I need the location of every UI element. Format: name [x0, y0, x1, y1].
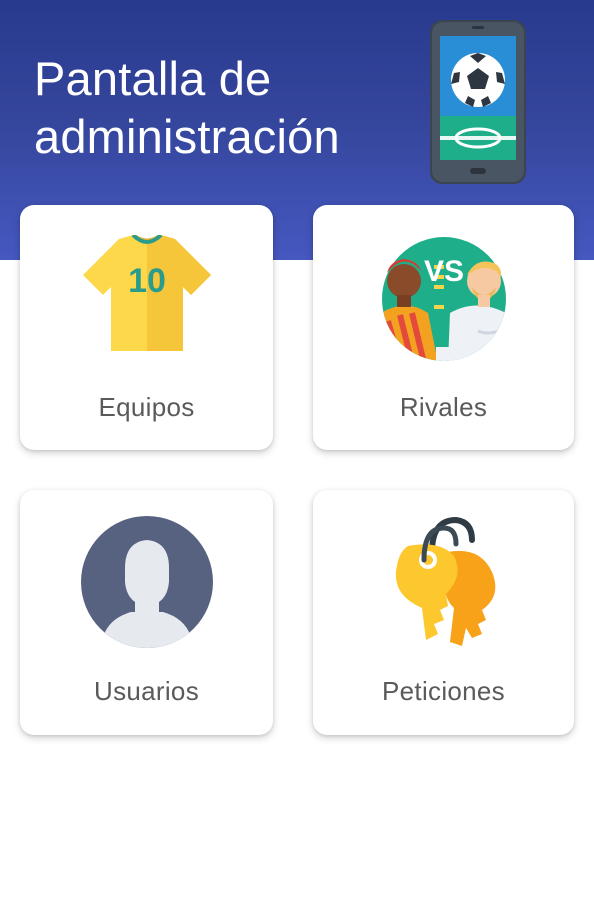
phone-soccer-icon [430, 20, 526, 184]
keys-icon [395, 516, 495, 646]
equipos-card[interactable]: 10 Equipos [20, 205, 273, 450]
equipos-label: Equipos [98, 392, 195, 422]
admin-screen: Pantalla de administración 10 Equipos VS… [0, 0, 594, 900]
versus-icon: VS [381, 237, 506, 361]
peticiones-label: Peticiones [382, 676, 505, 706]
page-title: Pantalla de administración [34, 50, 414, 166]
jersey-icon: 10 [82, 235, 211, 351]
usuarios-label: Usuarios [94, 676, 199, 706]
usuarios-card[interactable]: Usuarios [20, 490, 273, 735]
user-avatar-icon [80, 516, 213, 648]
page-title-line-2: administración [34, 110, 340, 163]
jersey-number: 10 [128, 262, 166, 300]
rivales-label: Rivales [399, 392, 488, 422]
peticiones-card[interactable]: Peticiones [313, 490, 574, 735]
rivales-card[interactable]: VS Rivales [313, 205, 574, 450]
page-title-line-1: Pantalla de [34, 52, 272, 105]
vs-text: VS [423, 255, 463, 288]
